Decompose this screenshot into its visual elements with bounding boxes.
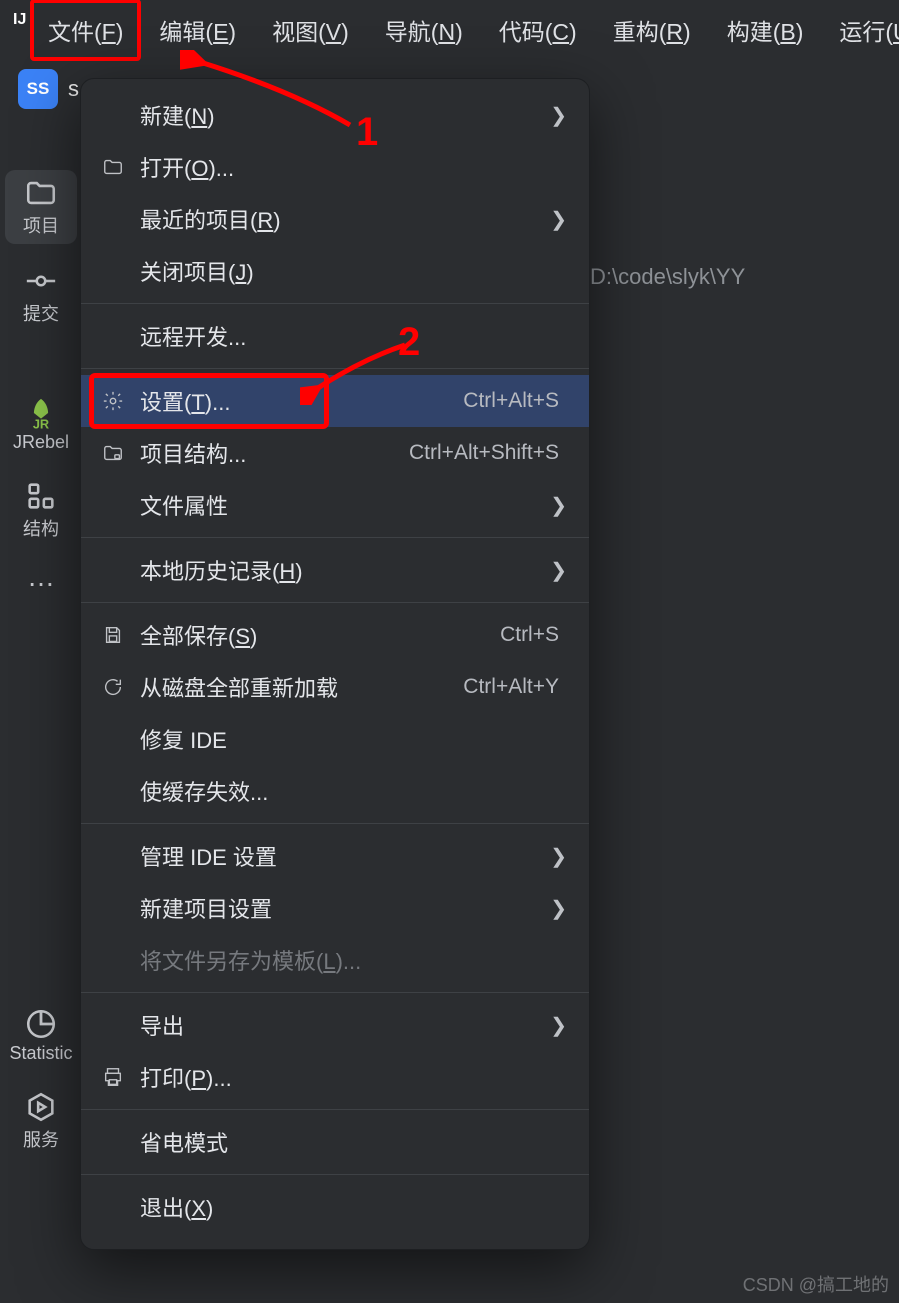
shortcut-text: Ctrl+Alt+Y: [463, 675, 559, 699]
menu-code[interactable]: 代码(C): [481, 0, 595, 63]
commit-icon: [24, 264, 58, 298]
menu-power-save[interactable]: 省电模式: [81, 1116, 589, 1168]
menu-edit[interactable]: 编辑(E): [141, 0, 254, 63]
menu-repair-ide[interactable]: 修复 IDE: [81, 713, 589, 765]
tool-statistic[interactable]: Statistic: [5, 1001, 77, 1070]
menu-save-as-template: 将文件另存为模板(L)...: [81, 934, 589, 986]
menu-project-structure[interactable]: 项目结构... Ctrl+Alt+Shift+S: [81, 427, 589, 479]
menu-view[interactable]: 视图(V): [254, 0, 367, 63]
menu-manage-ide-settings[interactable]: 管理 IDE 设置❯: [81, 830, 589, 882]
chevron-right-icon: ❯: [550, 1013, 567, 1038]
tool-sidebar: 项目 提交 JR JRebel 结构 … Statistic 服务: [0, 170, 82, 1158]
tool-commit[interactable]: 提交: [5, 258, 77, 332]
menu-refactor[interactable]: 重构(R): [595, 0, 709, 63]
menu-navigate[interactable]: 导航(N): [367, 0, 481, 63]
menu-new-project-settings[interactable]: 新建项目设置❯: [81, 882, 589, 934]
shortcut-text: Ctrl+Alt+S: [463, 389, 559, 413]
menu-run[interactable]: 运行(U: [821, 0, 899, 63]
menu-print[interactable]: 打印(P)...: [81, 1051, 589, 1103]
tool-more[interactable]: …: [5, 561, 77, 593]
structure-icon: [24, 479, 58, 513]
chevron-right-icon: ❯: [550, 558, 567, 583]
menu-close-project[interactable]: 关闭项目(J): [81, 245, 589, 297]
menu-open[interactable]: 打开(O)...: [81, 141, 589, 193]
menu-settings[interactable]: 设置(T)... Ctrl+Alt+S: [81, 375, 589, 427]
menu-exit[interactable]: 退出(X): [81, 1181, 589, 1233]
printer-icon: [102, 1066, 124, 1088]
menu-build[interactable]: 构建(B): [709, 0, 822, 63]
save-icon: [102, 624, 124, 646]
menu-export[interactable]: 导出❯: [81, 999, 589, 1051]
chevron-right-icon: ❯: [550, 844, 567, 869]
chevron-right-icon: ❯: [550, 493, 567, 518]
main-menubar: 文件(F) 编辑(E) 视图(V) 导航(N) 代码(C) 重构(R) 构建(B…: [0, 0, 899, 60]
rocket-icon: JR: [24, 396, 58, 430]
project-badge: SS: [18, 69, 58, 109]
chevron-right-icon: ❯: [550, 207, 567, 232]
reload-icon: [102, 676, 124, 698]
tool-services[interactable]: 服务: [5, 1084, 77, 1158]
watermark: CSDN @搞工地的: [743, 1271, 889, 1297]
pie-icon: [24, 1007, 58, 1041]
breadcrumb-text: s: [68, 76, 79, 102]
shortcut-text: Ctrl+S: [500, 623, 559, 647]
tool-project[interactable]: 项目: [5, 170, 77, 244]
svg-text:JR: JR: [33, 417, 49, 430]
file-menu-popup: 新建(N) ❯ 打开(O)... 最近的项目(R) ❯ 关闭项目(J) 远程开发…: [80, 78, 590, 1250]
chevron-right-icon: ❯: [550, 103, 567, 128]
menu-recent[interactable]: 最近的项目(R) ❯: [81, 193, 589, 245]
shortcut-text: Ctrl+Alt+Shift+S: [409, 441, 559, 465]
tool-commit-label: 提交: [23, 300, 59, 326]
chevron-right-icon: ❯: [550, 896, 567, 921]
tool-project-label: 项目: [23, 212, 59, 238]
menu-remote-dev[interactable]: 远程开发...: [81, 310, 589, 362]
editor-hint-path: D:\code\slyk\YY: [590, 264, 745, 290]
tool-jrebel-label: JRebel: [13, 432, 69, 453]
menu-file-properties[interactable]: 文件属性 ❯: [81, 479, 589, 531]
folder-icon: [102, 156, 124, 178]
menu-reload-disk[interactable]: 从磁盘全部重新加载 Ctrl+Alt+Y: [81, 661, 589, 713]
project-structure-icon: [102, 442, 124, 464]
menu-file[interactable]: 文件(F): [30, 0, 141, 61]
menu-new[interactable]: 新建(N) ❯: [81, 89, 589, 141]
play-hex-icon: [24, 1090, 58, 1124]
folder-icon: [24, 176, 58, 210]
ellipsis-icon: …: [27, 567, 55, 587]
tool-structure[interactable]: 结构: [5, 473, 77, 547]
tool-services-label: 服务: [23, 1126, 59, 1152]
tool-jrebel[interactable]: JR JRebel: [5, 390, 77, 459]
menu-local-history[interactable]: 本地历史记录(H) ❯: [81, 544, 589, 596]
tool-structure-label: 结构: [23, 515, 59, 541]
gear-icon: [102, 390, 124, 412]
menu-save-all[interactable]: 全部保存(S) Ctrl+S: [81, 609, 589, 661]
tool-statistic-label: Statistic: [9, 1043, 72, 1064]
menu-invalidate-cache[interactable]: 使缓存失效...: [81, 765, 589, 817]
